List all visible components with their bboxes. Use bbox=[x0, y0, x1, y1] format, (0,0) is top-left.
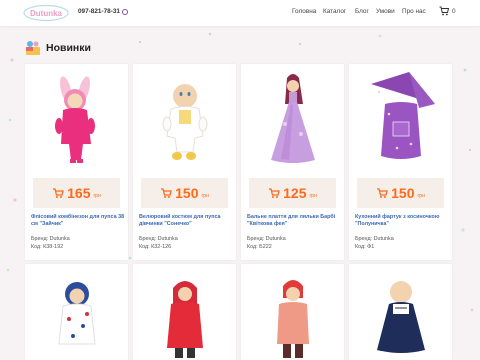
viber-icon[interactable] bbox=[121, 8, 128, 15]
product-card[interactable]: 150 грн Кухонний фартук з косиночкою "По… bbox=[349, 64, 452, 260]
product-image[interactable] bbox=[349, 64, 452, 174]
cart-count[interactable]: 0 bbox=[452, 8, 456, 15]
product-card[interactable] bbox=[241, 264, 344, 360]
price-box[interactable]: 125 грн bbox=[249, 178, 336, 208]
product-brand: Бренд: Dutunka bbox=[31, 236, 70, 242]
section-title: Новинки bbox=[46, 42, 91, 54]
product-card[interactable] bbox=[349, 264, 452, 360]
logo-icon[interactable]: Dutunka bbox=[22, 4, 70, 22]
product-card[interactable]: 165 грн Флісовий комбінезон для пупса 38… bbox=[25, 64, 128, 260]
product-card[interactable]: 150 грн Велюровий костюм для пупса дівчи… bbox=[133, 64, 236, 260]
product-name-link[interactable]: Велюровий костюм для пупса дівчинки "Сон… bbox=[139, 214, 237, 227]
new-toy-icon bbox=[26, 41, 40, 55]
product-card[interactable]: 125 грн Бальне плаття для ляльки Барбі "… bbox=[241, 64, 344, 260]
product-image[interactable] bbox=[241, 64, 344, 174]
price-currency: грн bbox=[201, 192, 209, 199]
nav-catalog[interactable]: Каталог bbox=[323, 8, 346, 15]
nav-home[interactable]: Головна bbox=[292, 8, 316, 15]
price-value: 150 bbox=[391, 185, 415, 201]
product-name-link[interactable]: Кухонний фартук з косиночкою "Полуничка" bbox=[355, 214, 453, 227]
price-currency: грн bbox=[417, 192, 425, 199]
cart-add-icon[interactable] bbox=[52, 187, 64, 199]
product-name-link[interactable]: Бальне плаття для ляльки Барбі "Квіткова… bbox=[247, 214, 345, 227]
product-code: Код: К38-192 bbox=[31, 244, 64, 250]
phone-text[interactable]: 097-821-78-31 bbox=[78, 8, 120, 15]
product-name-link[interactable]: Флісовий комбінезон для пупса 38 см "Зай… bbox=[31, 214, 129, 227]
product-brand: Бренд: Dutunka bbox=[247, 236, 286, 242]
nav-blog[interactable]: Блог bbox=[355, 8, 369, 15]
product-card[interactable] bbox=[25, 264, 128, 360]
product-image[interactable] bbox=[25, 64, 128, 174]
product-image[interactable] bbox=[25, 264, 128, 360]
price-box[interactable]: 150 грн bbox=[141, 178, 228, 208]
cart-add-icon[interactable] bbox=[160, 187, 172, 199]
price-value: 125 bbox=[283, 185, 307, 201]
section-header: Новинки bbox=[25, 40, 91, 56]
nav-about[interactable]: Про нас bbox=[402, 8, 426, 15]
phone-number[interactable]: 097-821-78-31 bbox=[78, 8, 128, 15]
price-currency: грн bbox=[93, 192, 101, 199]
product-card[interactable] bbox=[133, 264, 236, 360]
cart-add-icon[interactable] bbox=[268, 187, 280, 199]
product-image[interactable] bbox=[349, 264, 452, 360]
product-image[interactable] bbox=[241, 264, 344, 360]
price-value: 150 bbox=[175, 185, 199, 201]
product-brand: Бренд: Dutunka bbox=[355, 236, 394, 242]
price-currency: грн bbox=[309, 192, 317, 199]
cart-icon[interactable] bbox=[439, 6, 449, 16]
site-header: Dutunka 097-821-78-31 Головна Каталог Бл… bbox=[0, 0, 480, 26]
product-brand: Бренд: Dutunka bbox=[139, 236, 178, 242]
price-box[interactable]: 165 грн bbox=[33, 178, 120, 208]
nav-terms[interactable]: Умови bbox=[376, 8, 395, 15]
price-value: 165 bbox=[67, 185, 91, 201]
product-image[interactable] bbox=[133, 64, 236, 174]
product-code: Код: К32-126 bbox=[139, 244, 172, 250]
product-code: Код: Ф1 bbox=[355, 244, 375, 250]
cart-add-icon[interactable] bbox=[376, 187, 388, 199]
product-code: Код: Б222 bbox=[247, 244, 272, 250]
price-box[interactable]: 150 грн bbox=[357, 178, 444, 208]
logo-text: Dutunka bbox=[30, 9, 63, 18]
product-image[interactable] bbox=[133, 264, 236, 360]
